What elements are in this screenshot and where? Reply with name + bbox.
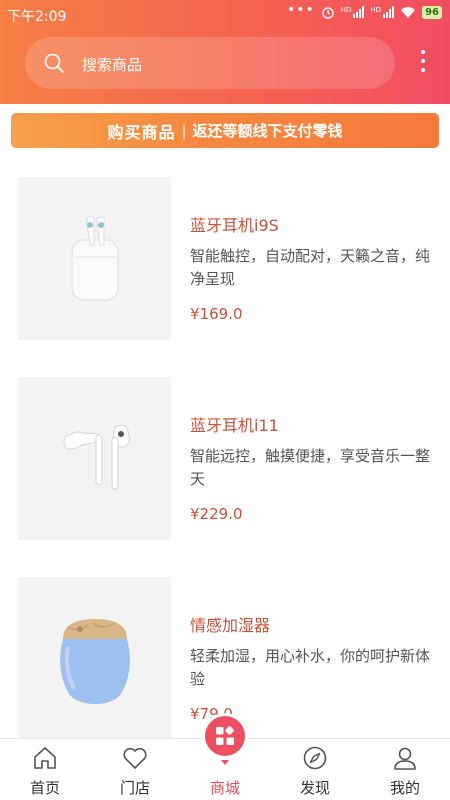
- product-price: ¥169.0: [190, 305, 243, 323]
- product-image-earbuds[interactable]: [18, 377, 171, 540]
- product-desc: 轻柔加湿，用心补水，你的呵护新体验: [190, 647, 431, 688]
- wifi-icon: [401, 6, 416, 18]
- tab-label: 我的: [389, 779, 420, 797]
- product-item[interactable]: 蓝牙耳机i11 智能远控，触摸便捷，享受音乐一整天 ¥229.0: [0, 377, 450, 547]
- battery-icon: 96: [422, 5, 442, 19]
- banner-left-text: 购买商品: [107, 122, 176, 142]
- shop-center-button[interactable]: [205, 716, 245, 756]
- tab-label: 商城: [209, 779, 240, 797]
- more-options-icon[interactable]: [416, 50, 430, 78]
- shop-icon: [216, 726, 234, 745]
- tab-label: 门店: [119, 779, 150, 797]
- product-item[interactable]: 蓝牙耳机i9S 智能触控，自动配对，天籁之音，纯净呈现 ¥169.0: [0, 177, 450, 347]
- signal-icon-2: HD: [370, 6, 395, 18]
- search-bar[interactable]: 搜索商品: [25, 37, 395, 89]
- signal-icon: HD: [341, 6, 365, 18]
- tab-label: 首页: [29, 779, 60, 797]
- tab-store[interactable]: 门店: [90, 739, 180, 800]
- product-desc: 智能触控，自动配对，天籁之音，纯净呈现: [190, 247, 431, 288]
- more-notifications-icon: •••: [286, 2, 315, 18]
- user-icon: [394, 747, 416, 770]
- product-name[interactable]: 蓝牙耳机i11: [190, 412, 279, 436]
- active-tab-indicator: [221, 760, 229, 765]
- heart-icon: [123, 747, 147, 769]
- product-price: ¥229.0: [190, 505, 243, 523]
- product-image-airpods-case[interactable]: [18, 177, 171, 340]
- tab-discover[interactable]: 发现: [270, 739, 360, 800]
- alarm-icon: [322, 7, 334, 19]
- search-input[interactable]: 搜索商品: [82, 54, 142, 75]
- header: 下午2:09 ••• HD HD 96 搜索商品: [0, 0, 450, 104]
- status-time: 下午2:09: [7, 9, 67, 25]
- home-icon: [34, 747, 56, 769]
- status-bar: 下午2:09 ••• HD HD 96: [0, 0, 450, 30]
- product-name[interactable]: 蓝牙耳机i9S: [190, 212, 279, 236]
- promo-banner[interactable]: 购买商品 | 返还等额线下支付零钱: [11, 113, 439, 148]
- search-icon: [44, 53, 64, 73]
- status-icons: ••• HD HD 96: [286, 2, 442, 19]
- banner-right-text: 返还等额线下支付零钱: [192, 122, 343, 140]
- tab-mine[interactable]: 我的: [360, 739, 450, 800]
- banner-divider: |: [181, 121, 187, 140]
- product-name[interactable]: 情感加湿器: [190, 612, 270, 636]
- tab-home[interactable]: 首页: [0, 739, 90, 800]
- product-image-humidifier[interactable]: [18, 577, 171, 740]
- compass-icon: [303, 746, 327, 770]
- product-desc: 智能远控，触摸便捷，享受音乐一整天: [190, 447, 431, 488]
- tab-label: 发现: [299, 779, 330, 797]
